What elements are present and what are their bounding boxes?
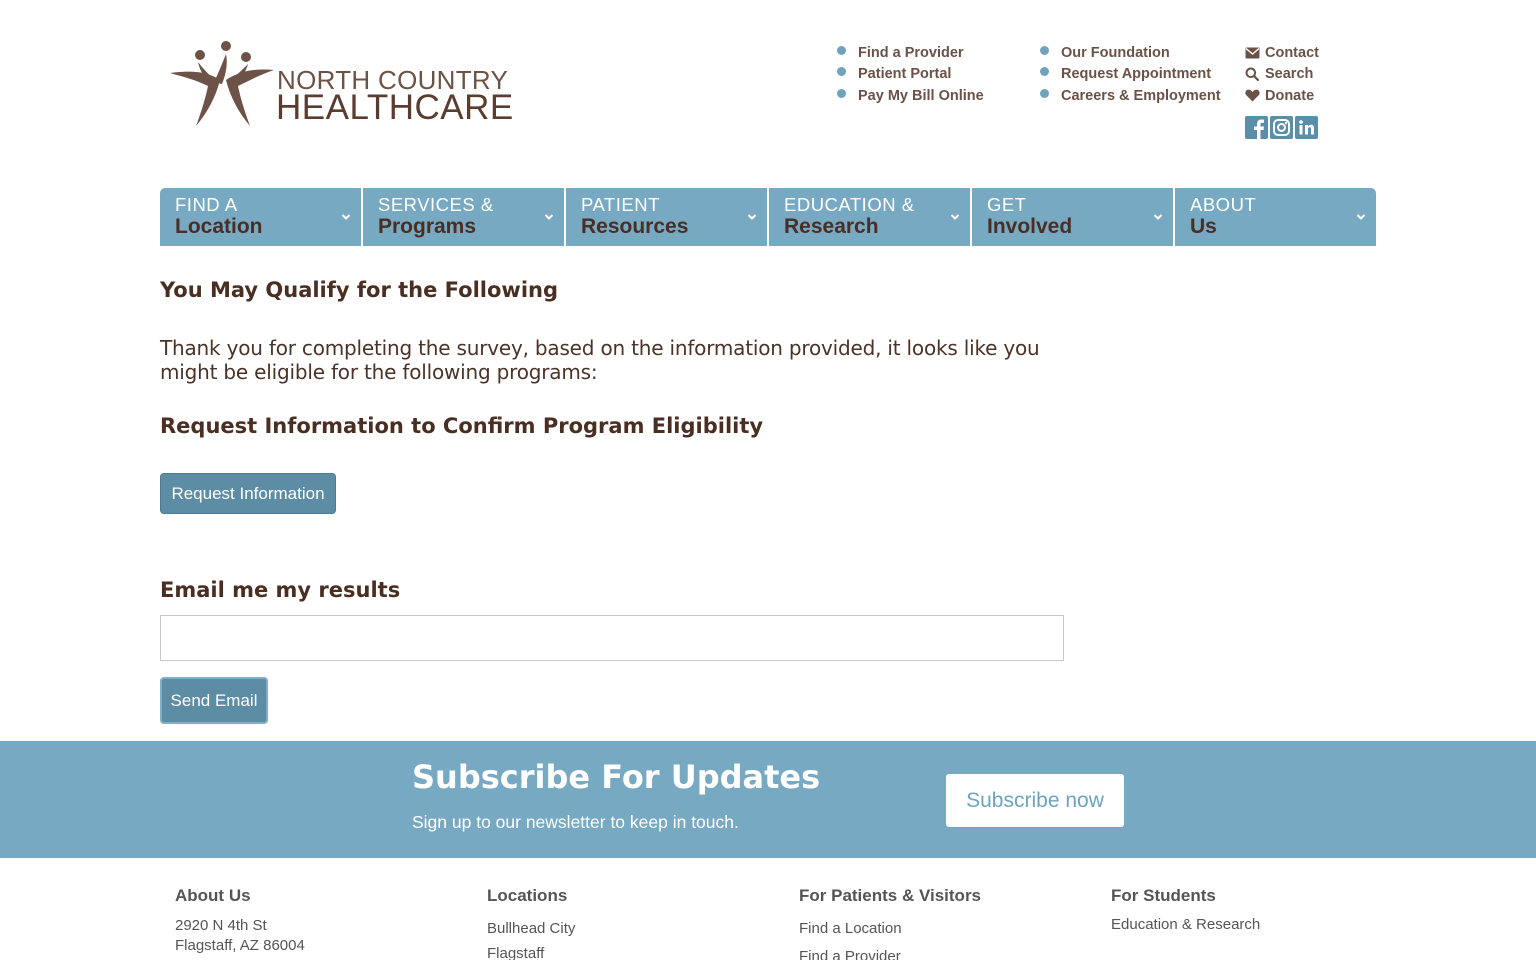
footer-address-line2: Flagstaff, AZ 86004: [175, 937, 305, 954]
email-field[interactable]: [160, 615, 1064, 661]
utility-link-donate[interactable]: Donate: [1244, 85, 1319, 107]
nav-item-bottom: Research: [784, 215, 879, 238]
nav-item-bottom: Involved: [987, 215, 1073, 238]
footer-about: About Us 2920 N 4th St Flagstaff, AZ 860…: [175, 886, 305, 956]
bullet-icon: [837, 45, 846, 55]
heart-icon: [1244, 89, 1260, 103]
chevron-down-icon: [544, 214, 554, 220]
utility-links-3: Contact Search Donate: [1244, 42, 1319, 107]
bullet-icon: [837, 88, 846, 98]
footer-link-education-research[interactable]: Education & Research: [1111, 916, 1260, 933]
bullet-icon: [1040, 88, 1049, 98]
footer-patients: For Patients & Visitors Find a Location …: [799, 886, 981, 960]
email-results-heading: Email me my results: [160, 578, 401, 602]
utility-link-pay-bill[interactable]: Pay My Bill Online: [837, 85, 984, 107]
bullet-icon: [837, 67, 846, 77]
utility-link-careers[interactable]: Careers & Employment: [1040, 85, 1221, 107]
request-information-button[interactable]: Request Information: [160, 473, 336, 514]
chevron-down-icon: [1153, 214, 1163, 220]
utility-link-foundation[interactable]: Our Foundation: [1040, 42, 1221, 64]
utility-link-label: Careers & Employment: [1061, 87, 1221, 104]
bullet-icon: [1040, 45, 1049, 55]
nav-find-location[interactable]: FIND A Location: [160, 188, 363, 246]
bullet-icon: [1040, 67, 1049, 77]
footer-students: For Students Education & Research: [1111, 886, 1260, 933]
footer-link-flagstaff[interactable]: Flagstaff: [487, 941, 575, 960]
chevron-down-icon: [950, 214, 960, 220]
utility-link-label: Contact: [1265, 44, 1319, 61]
utility-link-label: Our Foundation: [1061, 44, 1170, 61]
utility-link-label: Pay My Bill Online: [858, 87, 984, 104]
request-info-heading: Request Information to Confirm Program E…: [160, 414, 764, 438]
nav-item-top: PATIENT: [581, 194, 660, 215]
social-links: [1245, 116, 1318, 139]
nav-patient-resources[interactable]: PATIENT Resources: [566, 188, 769, 246]
site-logo[interactable]: NORTH COUNTRY HEALTHCARE: [168, 40, 513, 132]
utility-link-request-appointment[interactable]: Request Appointment: [1040, 64, 1221, 86]
utility-link-find-provider[interactable]: Find a Provider: [837, 42, 984, 64]
utility-link-patient-portal[interactable]: Patient Portal: [837, 64, 984, 86]
send-email-button[interactable]: Send Email: [160, 677, 268, 724]
utility-link-label: Patient Portal: [858, 66, 952, 83]
instagram-icon[interactable]: [1270, 116, 1293, 139]
subscribe-banner: Subscribe For Updates Sign up to our new…: [0, 741, 1536, 858]
footer-about-heading: About Us: [175, 886, 251, 905]
linkedin-icon[interactable]: [1295, 116, 1318, 139]
utility-link-search[interactable]: Search: [1244, 64, 1319, 86]
nav-item-bottom: Resources: [581, 215, 689, 238]
utility-link-label: Donate: [1265, 87, 1315, 104]
nav-item-top: FIND A: [175, 194, 238, 215]
nav-item-top: EDUCATION &: [784, 194, 915, 215]
nav-item-bottom: Us: [1190, 215, 1217, 238]
nav-services-programs[interactable]: SERVICES & Programs: [363, 188, 566, 246]
nav-item-top: ABOUT: [1190, 194, 1257, 215]
utility-link-contact[interactable]: Contact: [1244, 42, 1319, 64]
nav-get-involved[interactable]: GET Involved: [972, 188, 1175, 246]
nav-item-top: GET: [987, 194, 1027, 215]
chevron-down-icon: [341, 214, 351, 220]
footer-link-find-provider[interactable]: Find a Provider: [799, 944, 981, 960]
nav-about-us[interactable]: ABOUT Us: [1175, 188, 1376, 246]
utility-link-label: Request Appointment: [1061, 66, 1212, 83]
nav-item-bottom: Location: [175, 215, 263, 238]
utility-links-1: Find a Provider Patient Portal Pay My Bi…: [837, 42, 984, 107]
chevron-down-icon: [1356, 214, 1366, 220]
subscribe-text: Sign up to our newsletter to keep in tou…: [412, 812, 739, 832]
search-icon: [1244, 67, 1260, 82]
qualify-heading: You May Qualify for the Following: [160, 278, 558, 302]
utility-link-label: Find a Provider: [858, 44, 964, 61]
footer-locations: Locations Bullhead City Flagstaff: [487, 886, 575, 960]
footer-link-bullhead-city[interactable]: Bullhead City: [487, 916, 575, 941]
footer-students-heading: For Students: [1111, 886, 1216, 905]
nav-item-bottom: Programs: [378, 215, 477, 238]
footer-link-find-location[interactable]: Find a Location: [799, 916, 981, 942]
footer-patients-heading: For Patients & Visitors: [799, 886, 982, 905]
footer-address-line1: 2920 N 4th St: [175, 917, 267, 934]
logo-figures-icon: [170, 41, 274, 126]
chevron-down-icon: [747, 214, 757, 220]
subscribe-now-button[interactable]: Subscribe now: [946, 774, 1124, 827]
utility-link-label: Search: [1265, 66, 1314, 83]
main-nav: FIND A Location SERVICES & Programs PATI…: [160, 188, 1376, 246]
envelope-icon: [1244, 46, 1260, 60]
facebook-icon[interactable]: [1245, 116, 1268, 139]
subscribe-title: Subscribe For Updates: [412, 758, 821, 796]
survey-thanks-text: Thank you for completing the survey, bas…: [160, 336, 1040, 384]
logo-line2: HEALTHCARE: [276, 88, 514, 127]
utility-links-2: Our Foundation Request Appointment Caree…: [1040, 42, 1221, 107]
nav-item-top: SERVICES &: [378, 194, 494, 215]
nav-education-research[interactable]: EDUCATION & Research: [769, 188, 972, 246]
footer-locations-heading: Locations: [487, 886, 568, 905]
